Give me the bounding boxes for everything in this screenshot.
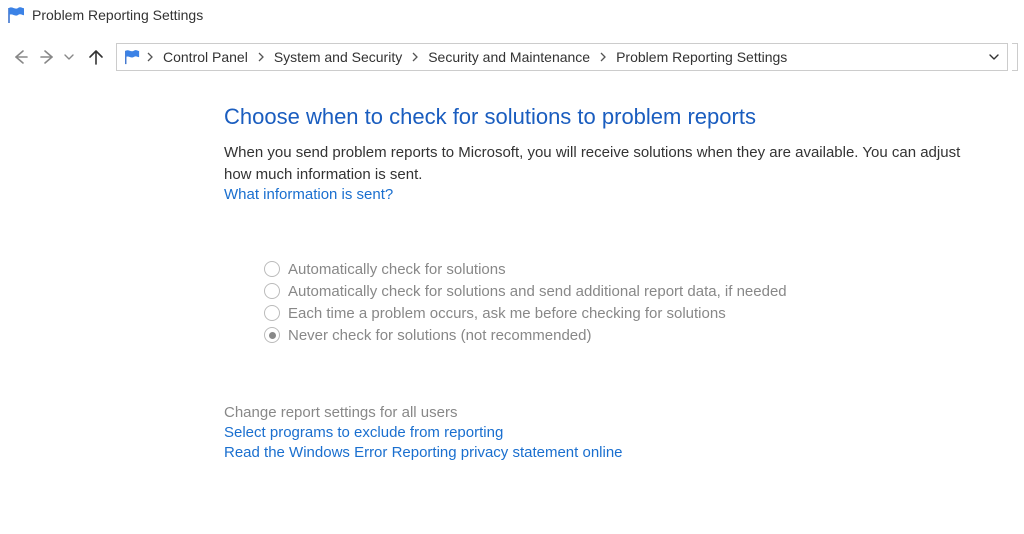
- chevron-right-icon[interactable]: [596, 44, 610, 70]
- page-description: When you send problem reports to Microso…: [224, 142, 964, 186]
- page-heading: Choose when to check for solutions to pr…: [224, 104, 986, 130]
- main-content: Choose when to check for solutions to pr…: [0, 74, 1024, 461]
- breadcrumb-problem-reporting[interactable]: Problem Reporting Settings: [610, 44, 793, 70]
- breadcrumb-security-maintenance[interactable]: Security and Maintenance: [422, 44, 596, 70]
- options-group: Automatically check for solutions Automa…: [264, 261, 986, 344]
- option-label: Automatically check for solutions: [288, 261, 506, 278]
- change-all-users-link: Change report settings for all users: [224, 404, 986, 421]
- option-label: Never check for solutions (not recommend…: [288, 327, 591, 344]
- info-link[interactable]: What information is sent?: [224, 186, 986, 203]
- option-ask-each-time[interactable]: Each time a problem occurs, ask me befor…: [264, 305, 986, 322]
- radio-icon: [264, 305, 280, 321]
- privacy-statement-link[interactable]: Read the Windows Error Reporting privacy…: [224, 444, 986, 461]
- recent-dropdown[interactable]: [62, 43, 76, 71]
- exclude-programs-link[interactable]: Select programs to exclude from reportin…: [224, 424, 986, 441]
- window-title: Problem Reporting Settings: [32, 7, 203, 23]
- window-titlebar: Problem Reporting Settings: [0, 0, 1024, 30]
- breadcrumb-control-panel[interactable]: Control Panel: [157, 44, 254, 70]
- footer-links: Change report settings for all users Sel…: [224, 404, 986, 461]
- flag-icon: [6, 6, 26, 24]
- breadcrumb-system-security[interactable]: System and Security: [268, 44, 408, 70]
- search-box-edge[interactable]: [1012, 43, 1018, 71]
- flag-icon: [123, 49, 141, 65]
- radio-icon: [264, 283, 280, 299]
- option-auto-check[interactable]: Automatically check for solutions: [264, 261, 986, 278]
- back-button[interactable]: [6, 43, 34, 71]
- breadcrumb-bar[interactable]: Control Panel System and Security Securi…: [116, 43, 1008, 71]
- chevron-right-icon[interactable]: [408, 44, 422, 70]
- up-button[interactable]: [82, 43, 110, 71]
- radio-icon: [264, 327, 280, 343]
- option-never-check[interactable]: Never check for solutions (not recommend…: [264, 327, 986, 344]
- option-label: Each time a problem occurs, ask me befor…: [288, 305, 726, 322]
- option-auto-check-send[interactable]: Automatically check for solutions and se…: [264, 283, 986, 300]
- option-label: Automatically check for solutions and se…: [288, 283, 787, 300]
- forward-button[interactable]: [34, 43, 62, 71]
- breadcrumb-dropdown[interactable]: [981, 44, 1007, 70]
- chevron-right-icon[interactable]: [143, 44, 157, 70]
- nav-toolbar: Control Panel System and Security Securi…: [0, 40, 1024, 74]
- radio-icon: [264, 261, 280, 277]
- chevron-right-icon[interactable]: [254, 44, 268, 70]
